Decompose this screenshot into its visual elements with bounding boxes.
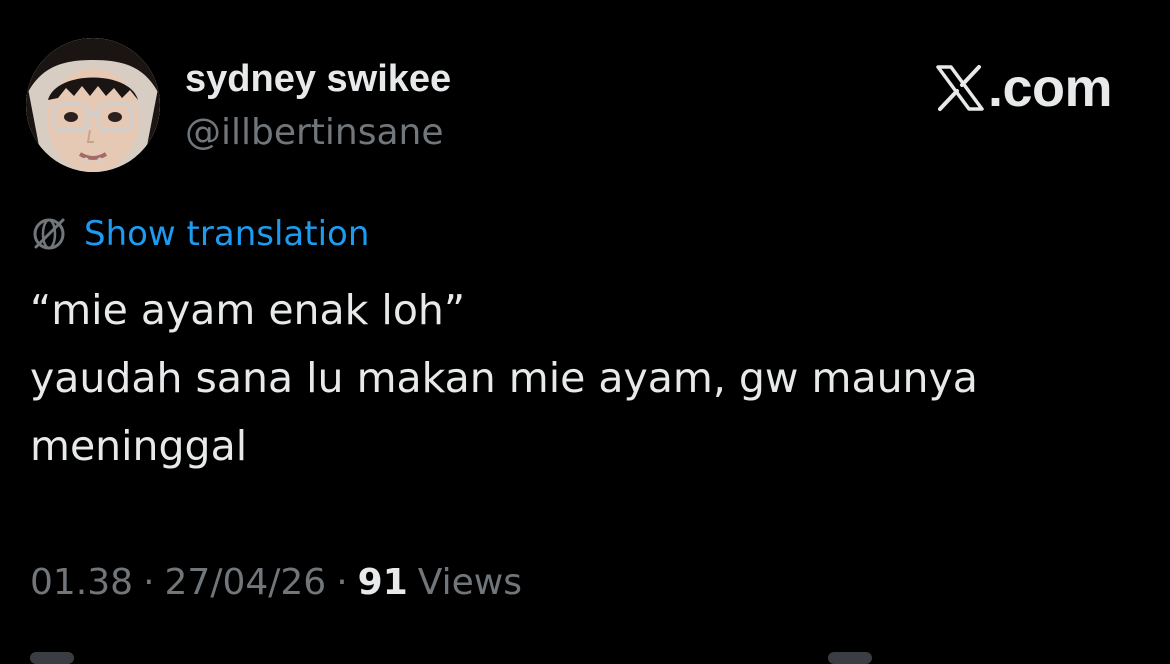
x-logo-icon [936, 65, 984, 111]
avatar-image [26, 38, 160, 172]
bottom-toolbar-hint [828, 652, 872, 664]
tweet-line: yaudah sana lu makan mie ayam, gw maunya [30, 354, 978, 402]
tweet-line: “mie ayam enak loh” [30, 286, 466, 334]
globe-icon [33, 218, 65, 250]
show-translation-button[interactable]: Show translation [30, 212, 369, 256]
tweet-text: “mie ayam enak loh” yaudah sana lu makan… [30, 276, 1140, 480]
views-count[interactable]: 91 [358, 562, 408, 603]
tweet-time[interactable]: 01.38 [30, 562, 133, 603]
meta-separator: · [143, 561, 155, 603]
meta-separator: · [336, 561, 348, 603]
views-label[interactable]: Views [418, 562, 522, 603]
tweet-meta: 01.38 · 27/04/26 · 91 Views [30, 556, 522, 608]
display-name[interactable]: sydney swikee [185, 58, 451, 101]
avatar[interactable] [26, 38, 160, 172]
tweet-line: meninggal [30, 422, 248, 470]
brand-text: .com [988, 58, 1113, 118]
tweet-date[interactable]: 27/04/26 [165, 562, 327, 603]
user-handle[interactable]: @illbertinsane [185, 112, 444, 153]
bottom-toolbar-hint [30, 652, 74, 664]
tweet-card: sydney swikee @illbertinsane .com Show t… [0, 0, 1170, 664]
brand-watermark: .com [935, 58, 1113, 118]
show-translation-label[interactable]: Show translation [84, 214, 369, 254]
